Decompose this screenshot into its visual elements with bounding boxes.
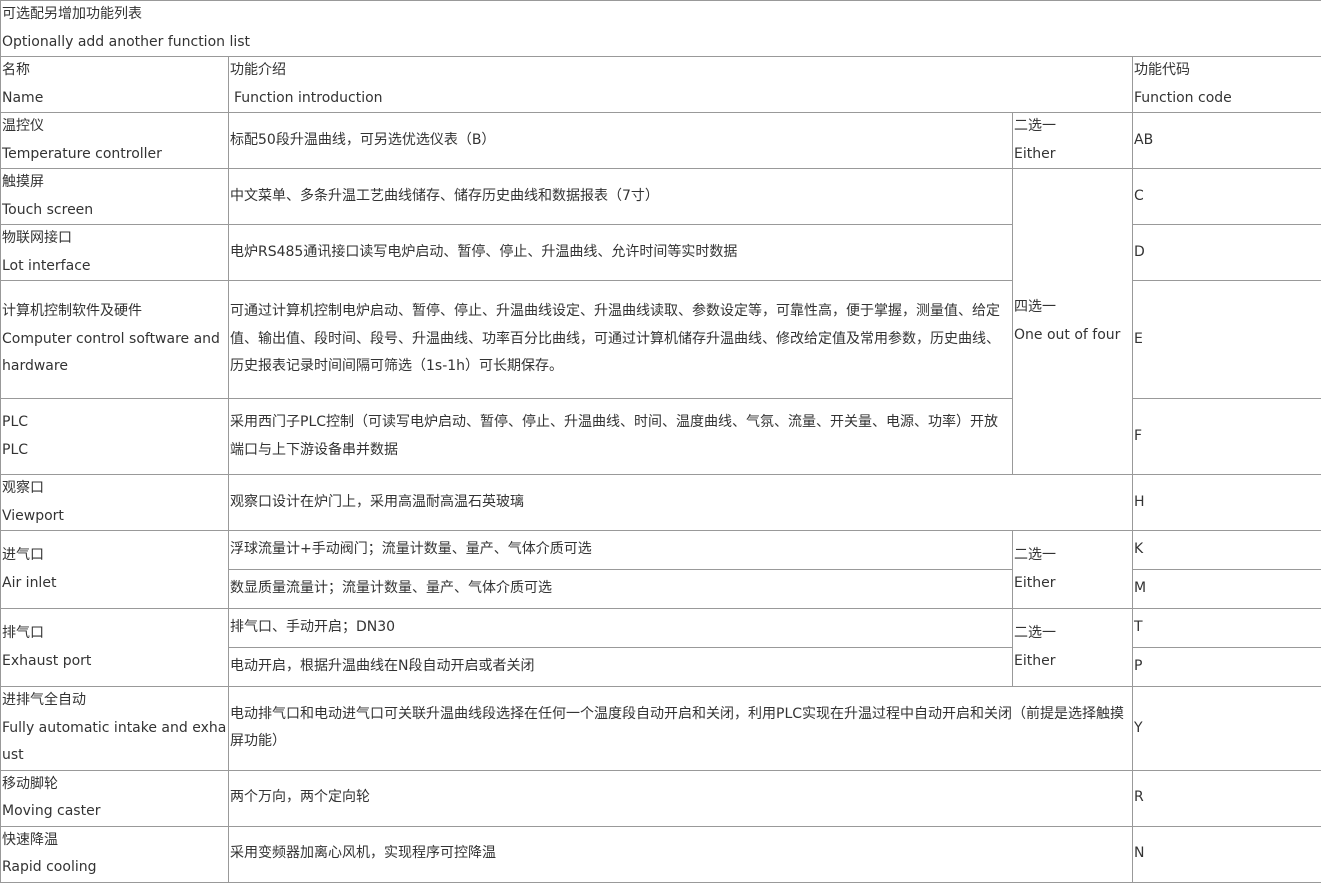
- code-cell: K: [1133, 531, 1321, 570]
- intro-cell: 数显质量流量计；流量计数量、量产、气体介质可选: [229, 570, 1013, 609]
- intro-cell: 排气口、手动开启；DN30: [229, 609, 1013, 648]
- choice-en: Either: [1014, 570, 1131, 598]
- name-zh: 快速降温: [2, 827, 227, 855]
- intro-cell: 中文菜单、多条升温工艺曲线储存、储存历史曲线和数据报表（7寸）: [229, 169, 1013, 225]
- function-list-table: 可选配另增加功能列表 Optionally add another functi…: [0, 0, 1321, 883]
- name-en: Moving caster: [2, 798, 227, 826]
- table-row: 排气口 Exhaust port 排气口、手动开启；DN30 二选一 Eithe…: [1, 609, 1321, 648]
- four-choice-cell: 四选一 One out of four: [1013, 169, 1133, 475]
- table-row: 进排气全自动 Fully automatic intake and exhaus…: [1, 687, 1321, 771]
- choice-cell: 二选一 Either: [1013, 531, 1133, 609]
- code-cell: M: [1133, 570, 1321, 609]
- table-row: 进气口 Air inlet 浮球流量计+手动阀门；流量计数量、量产、气体介质可选…: [1, 531, 1321, 570]
- code-cell: C: [1133, 169, 1321, 225]
- name-zh: PLC: [2, 409, 227, 437]
- caption-zh: 可选配另增加功能列表: [2, 1, 1320, 29]
- name-zh: 排气口: [2, 620, 227, 648]
- name-en: Computer control software and hardware: [2, 326, 227, 381]
- choice-en: Either: [1014, 141, 1131, 169]
- code-cell: AB: [1133, 113, 1321, 169]
- intro-cell: 观察口设计在炉门上，采用高温耐高温石英玻璃: [229, 475, 1133, 531]
- choice-zh: 二选一: [1014, 542, 1131, 570]
- name-cell: 进排气全自动 Fully automatic intake and exhaus…: [1, 687, 229, 771]
- table-row: 温控仪 Temperature controller 标配50段升温曲线，可另选…: [1, 113, 1321, 169]
- intro-cell: 电动开启，根据升温曲线在N段自动开启或者关闭: [229, 648, 1013, 687]
- table-row: 触摸屏 Touch screen 中文菜单、多条升温工艺曲线储存、储存历史曲线和…: [1, 169, 1321, 225]
- name-cell: 移动脚轮 Moving caster: [1, 770, 229, 826]
- name-zh: 计算机控制软件及硬件: [2, 298, 227, 326]
- name-en: Temperature controller: [2, 141, 227, 169]
- header-name-zh: 名称: [2, 57, 227, 85]
- choice-en: Either: [1014, 648, 1131, 676]
- name-en: Rapid cooling: [2, 854, 227, 882]
- choice-zh: 二选一: [1014, 620, 1131, 648]
- name-en: Fully automatic intake and exhaust: [2, 715, 227, 770]
- code-cell: E: [1133, 281, 1321, 399]
- header-code-en: Function code: [1134, 85, 1320, 113]
- header-name-cell: 名称 Name: [1, 57, 229, 113]
- header-intro-cell: 功能介绍 Function introduction: [229, 57, 1133, 113]
- name-cell: 进气口 Air inlet: [1, 531, 229, 609]
- name-zh: 进气口: [2, 542, 227, 570]
- table-row: 移动脚轮 Moving caster 两个万向，两个定向轮 R: [1, 770, 1321, 826]
- name-cell: 物联网接口 Lot interface: [1, 225, 229, 281]
- intro-cell: 采用西门子PLC控制（可读写电炉启动、暂停、停止、升温曲线、时间、温度曲线、气氛…: [229, 399, 1013, 475]
- table-row: 观察口 Viewport 观察口设计在炉门上，采用高温耐高温石英玻璃 H: [1, 475, 1321, 531]
- code-cell: N: [1133, 826, 1321, 882]
- choice-zh: 四选一: [1014, 294, 1131, 322]
- choice-cell: 二选一 Either: [1013, 113, 1133, 169]
- intro-cell: 电动排气口和电动进气口可关联升温曲线段选择在任何一个温度段自动开启和关闭，利用P…: [229, 687, 1133, 771]
- intro-cell: 两个万向，两个定向轮: [229, 770, 1133, 826]
- header-code-zh: 功能代码: [1134, 57, 1320, 85]
- name-cell: 排气口 Exhaust port: [1, 609, 229, 687]
- name-zh: 物联网接口: [2, 225, 227, 253]
- code-cell: H: [1133, 475, 1321, 531]
- code-cell: T: [1133, 609, 1321, 648]
- choice-zh: 二选一: [1014, 113, 1131, 141]
- name-cell: 快速降温 Rapid cooling: [1, 826, 229, 882]
- code-cell: F: [1133, 399, 1321, 475]
- code-cell: Y: [1133, 687, 1321, 771]
- intro-cell: 电炉RS485通讯接口读写电炉启动、暂停、停止、升温曲线、允许时间等实时数据: [229, 225, 1013, 281]
- name-cell: 计算机控制软件及硬件 Computer control software and…: [1, 281, 229, 399]
- code-cell: D: [1133, 225, 1321, 281]
- name-zh: 触摸屏: [2, 169, 227, 197]
- name-en: Exhaust port: [2, 648, 227, 676]
- name-en: Air inlet: [2, 570, 227, 598]
- table-row: 快速降温 Rapid cooling 采用变频器加离心风机，实现程序可控降温 N: [1, 826, 1321, 882]
- table-caption-row: 可选配另增加功能列表 Optionally add another functi…: [1, 1, 1321, 57]
- header-code-cell: 功能代码 Function code: [1133, 57, 1321, 113]
- table-header-row: 名称 Name 功能介绍 Function introduction 功能代码 …: [1, 57, 1321, 113]
- intro-cell: 浮球流量计+手动阀门；流量计数量、量产、气体介质可选: [229, 531, 1013, 570]
- name-zh: 进排气全自动: [2, 687, 227, 715]
- intro-cell: 采用变频器加离心风机，实现程序可控降温: [229, 826, 1133, 882]
- table-caption-cell: 可选配另增加功能列表 Optionally add another functi…: [1, 1, 1321, 57]
- name-en: Viewport: [2, 503, 227, 531]
- header-intro-zh: 功能介绍: [230, 57, 1131, 85]
- header-name-en: Name: [2, 85, 227, 113]
- name-cell: 温控仪 Temperature controller: [1, 113, 229, 169]
- name-en: Lot interface: [2, 253, 227, 281]
- name-cell: 触摸屏 Touch screen: [1, 169, 229, 225]
- intro-cell: 标配50段升温曲线，可另选优选仪表（B）: [229, 113, 1013, 169]
- name-en: Touch screen: [2, 197, 227, 225]
- name-zh: 观察口: [2, 475, 227, 503]
- name-zh: 温控仪: [2, 113, 227, 141]
- name-cell: PLC PLC: [1, 399, 229, 475]
- name-en: PLC: [2, 437, 227, 465]
- choice-en: One out of four: [1014, 322, 1131, 350]
- header-intro-en: Function introduction: [230, 85, 1131, 113]
- name-cell: 观察口 Viewport: [1, 475, 229, 531]
- caption-en: Optionally add another function list: [2, 29, 1320, 57]
- choice-cell: 二选一 Either: [1013, 609, 1133, 687]
- name-zh: 移动脚轮: [2, 771, 227, 799]
- intro-cell: 可通过计算机控制电炉启动、暂停、停止、升温曲线设定、升温曲线读取、参数设定等，可…: [229, 281, 1013, 399]
- code-cell: R: [1133, 770, 1321, 826]
- code-cell: P: [1133, 648, 1321, 687]
